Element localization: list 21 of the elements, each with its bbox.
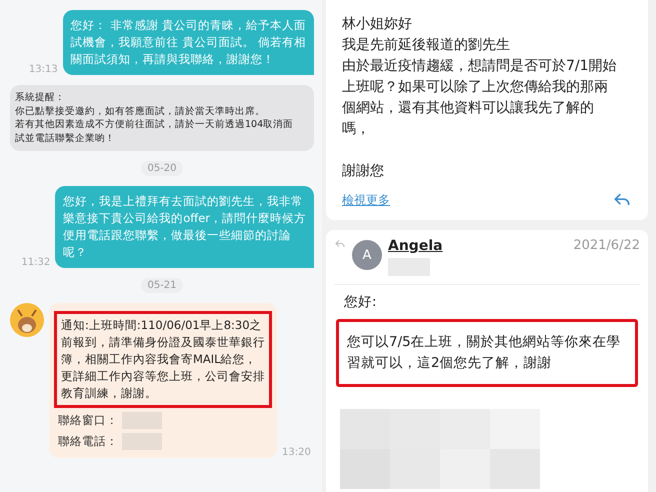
reply-icon[interactable]	[334, 238, 346, 250]
message-time: 13:13	[28, 64, 58, 75]
email-date: 2021/6/22	[573, 238, 640, 253]
date-divider: 05-20	[141, 161, 183, 176]
sent-message: 您好，我是上禮拜有去面試的劉先生，我非常 樂意接下貴公司給我的offer，請問什麼時候方 便用電話跟您聯繫，做最後一些細節的討論 呢？	[55, 186, 314, 268]
contact-label: 聯絡窗口：	[58, 412, 118, 429]
notice-text: 通知:上班時間:110/06/01早上8:30之 前報到，請準備身份證及國泰世華銀行 簿，相關工作內容我會寄MAIL給您， 更詳細工作內容等您上班，公司會安排 教育訓練，謝謝。	[54, 311, 272, 408]
email-greeting: 您好:	[343, 293, 378, 311]
view-more-link[interactable]: 檢視更多	[342, 192, 390, 208]
deer-avatar-icon	[10, 303, 44, 337]
message-time: 13:20	[282, 447, 311, 458]
date-divider: 05-21	[141, 278, 183, 293]
contact-label: 聯絡電話：	[58, 433, 118, 450]
message-time: 11:32	[21, 257, 50, 268]
email-closing: 謝謝您	[342, 162, 385, 181]
email-text: 林小姐妳好 我是先前延後報道的劉先生 由於最近疫情趨緩，想請問是否可於7/1開始 上班呢？如果可以除了上次您傳給我的那兩 個網站，還有其他資料可以讓我先了解的 嗎，	[342, 15, 618, 139]
sent-message: 您好： 非常感謝 貴公司的青睞，給予本人面 試機會，我願意前往 貴公司面試。 倘若有相 關面試須知，再請與我聯絡，謝謝您！	[62, 10, 314, 75]
email-body: 您可以7/5在上班，關於其他網站等你來在學 習就可以，這2個您先了解，謝謝	[336, 319, 638, 387]
sender-name[interactable]: Angela	[388, 238, 443, 254]
sender-avatar: A	[352, 240, 382, 270]
system-notice: 系統提醒： 你已點擊接受邀約，如有答應面試，請於當天準時出席。 若有其他因素造成不方便前往面試，請於一天前透過104取消面 試並電話聯繫企業喲！	[10, 85, 314, 151]
